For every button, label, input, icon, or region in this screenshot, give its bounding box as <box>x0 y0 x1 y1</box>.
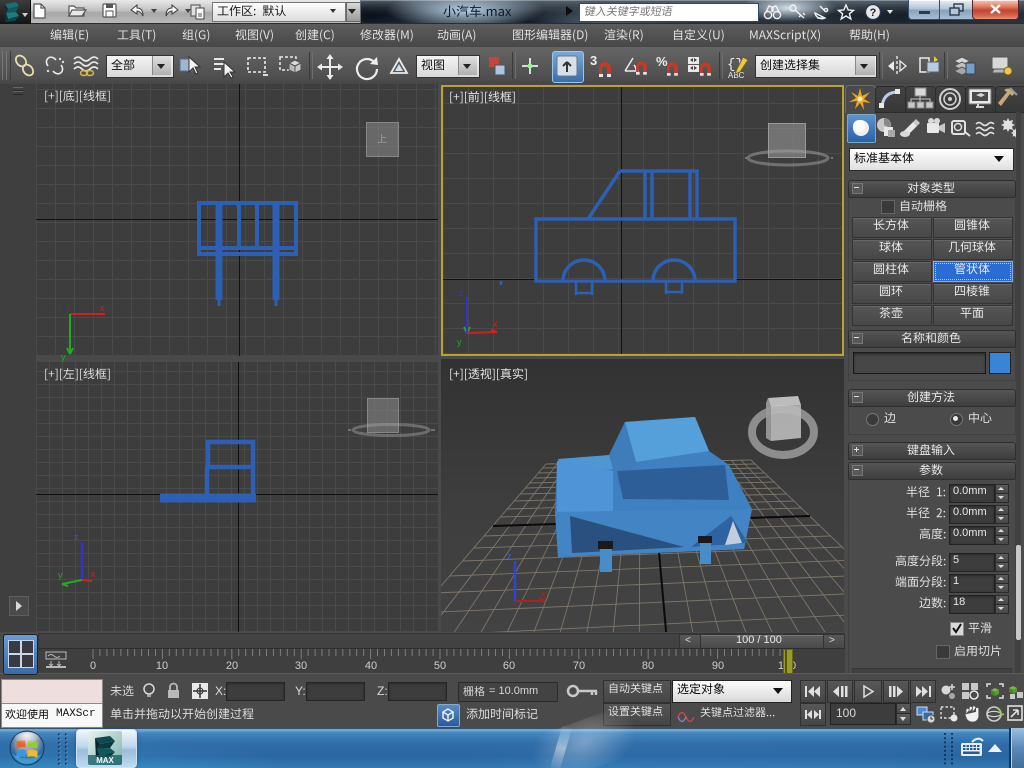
svg-text:y: y <box>58 570 63 580</box>
svg-text:3: 3 <box>590 53 597 68</box>
svg-text:x: x <box>541 589 546 599</box>
svg-text:y: y <box>457 337 462 347</box>
svg-text:z: z <box>459 288 464 298</box>
svg-text:z: z <box>62 304 67 314</box>
svg-text:y: y <box>61 352 66 362</box>
svg-text:MAX: MAX <box>96 756 114 765</box>
svg-text:z: z <box>507 551 512 561</box>
svg-text:%: % <box>656 54 668 69</box>
svg-text:x: x <box>493 319 498 329</box>
svg-text:z: z <box>74 532 79 542</box>
svg-text:x: x <box>100 303 105 313</box>
svg-text:x: x <box>91 569 96 579</box>
svg-text:?: ? <box>870 7 877 19</box>
